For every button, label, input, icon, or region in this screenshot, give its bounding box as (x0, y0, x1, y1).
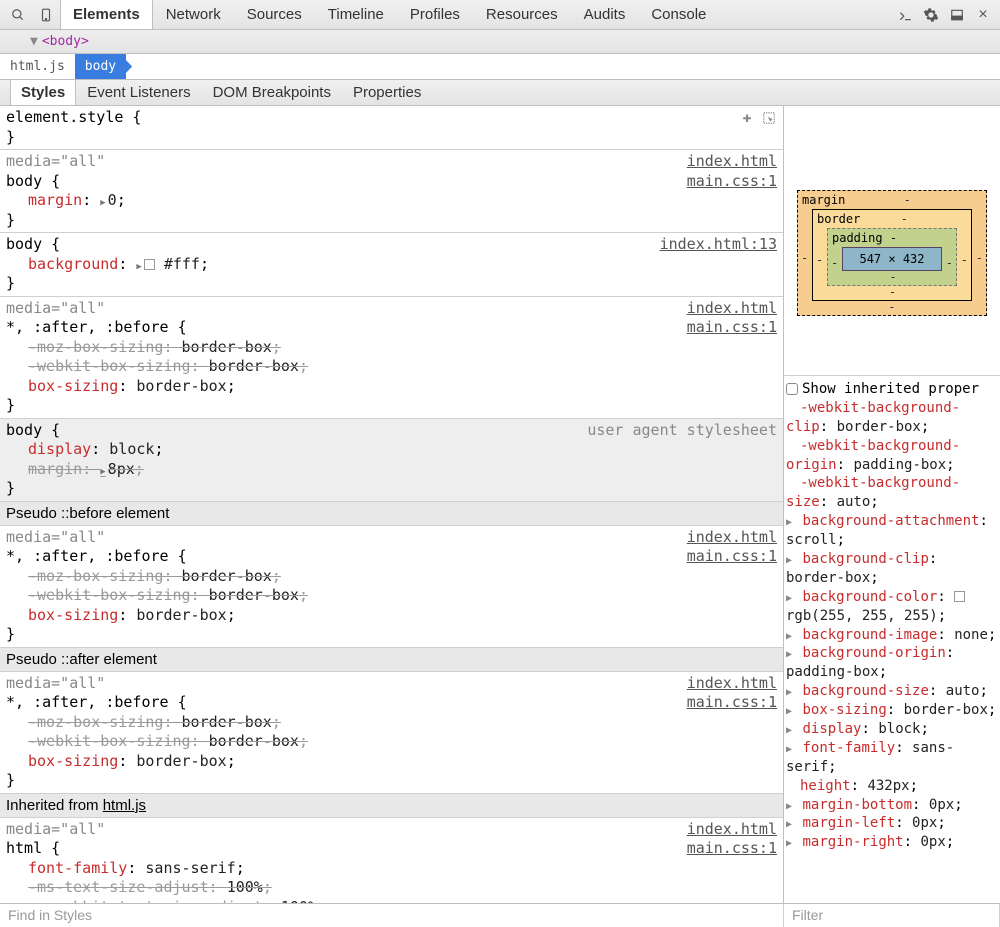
subtab-dom-breakpoints[interactable]: DOM Breakpoints (202, 80, 342, 105)
subtab-styles[interactable]: Styles (10, 80, 76, 105)
panel-tabs: ElementsNetworkSourcesTimelineProfilesRe… (60, 0, 719, 29)
console-drawer-icon[interactable] (894, 4, 916, 26)
styles-section-header: Inherited from html.js (0, 794, 783, 818)
panel-tab-audits[interactable]: Audits (571, 0, 639, 29)
filter-input[interactable]: Filter (784, 904, 1000, 927)
computed-property[interactable]: ▶ background-attachment: scroll; (786, 512, 998, 550)
styles-section-header: Pseudo ::before element (0, 502, 783, 526)
computed-property[interactable]: -webkit-background-clip: border-box; (786, 399, 998, 437)
computed-property[interactable]: ▶ display: block; (786, 720, 998, 739)
box-model-margin-label: margin (802, 193, 845, 207)
styles-section-header: Pseudo ::after element (0, 648, 783, 672)
box-model-diagram: margin - - - - border - - - - padding - … (784, 106, 1000, 376)
style-rule[interactable]: index.html:13body {background: #fff;} (0, 233, 783, 297)
css-property[interactable]: -moz-box-sizing: border-box; (6, 338, 777, 358)
box-model-content: 547 × 432 (842, 247, 942, 271)
computed-property[interactable]: ▶ box-sizing: border-box; (786, 701, 998, 720)
css-property[interactable]: -moz-box-sizing: border-box; (6, 713, 777, 733)
style-rule[interactable]: index.htmlmain.css:1media="all"*, :after… (0, 526, 783, 648)
css-property[interactable]: -webkit-box-sizing: border-box; (6, 357, 777, 377)
computed-property[interactable]: -webkit-background-origin: padding-box; (786, 437, 998, 475)
css-property[interactable]: margin: 0; (6, 191, 777, 211)
source-link[interactable]: index.html (687, 152, 777, 172)
css-property[interactable]: -moz-box-sizing: border-box; (6, 567, 777, 587)
box-model-padding-label: padding - (832, 231, 897, 245)
style-rule[interactable]: user agent stylesheetbody {display: bloc… (0, 419, 783, 502)
computed-property[interactable]: ▶ margin-left: 0px; (786, 814, 998, 833)
computed-property[interactable]: ▶ margin-right: 0px; (786, 833, 998, 852)
style-rule[interactable]: index.htmlmain.css:1media="all"*, :after… (0, 297, 783, 419)
panel-tab-resources[interactable]: Resources (473, 0, 571, 29)
css-property[interactable]: font-family: sans-serif; (6, 859, 777, 879)
computed-property[interactable]: -webkit-background-size: auto; (786, 474, 998, 512)
box-model-border-label: border (817, 212, 860, 226)
find-in-styles-input[interactable]: Find in Styles (0, 904, 784, 927)
panel-tab-profiles[interactable]: Profiles (397, 0, 473, 29)
source-link[interactable]: main.css:1 (687, 318, 777, 338)
css-property[interactable]: display: block; (6, 440, 777, 460)
style-rule[interactable]: ✚element.style {} (0, 106, 783, 150)
style-rule[interactable]: index.htmlmain.css:1media="all"*, :after… (0, 672, 783, 794)
css-property[interactable]: margin: 8px; (6, 460, 777, 480)
dom-element[interactable]: <body> (42, 34, 89, 49)
main-toolbar: ElementsNetworkSourcesTimelineProfilesRe… (0, 0, 1000, 30)
panel-tab-elements[interactable]: Elements (60, 0, 153, 29)
css-property[interactable]: -webkit-box-sizing: border-box; (6, 732, 777, 752)
css-property[interactable]: background: #fff; (6, 255, 777, 275)
add-rule-icon[interactable]: ✚ (739, 110, 755, 126)
dock-icon[interactable] (946, 4, 968, 26)
subtab-event-listeners[interactable]: Event Listeners (76, 80, 201, 105)
search-icon[interactable] (8, 5, 28, 25)
computed-property[interactable]: ▶ background-clip: border-box; (786, 550, 998, 588)
computed-property[interactable]: height: 432px; (786, 777, 998, 796)
computed-property[interactable]: ▶ background-origin: padding-box; (786, 644, 998, 682)
panel-tab-network[interactable]: Network (153, 0, 234, 29)
device-icon[interactable] (36, 5, 56, 25)
source-link[interactable]: main.css:1 (687, 693, 777, 713)
panel-tab-console[interactable]: Console (638, 0, 719, 29)
breadcrumb: html.jsbody (0, 54, 1000, 80)
computed-property[interactable]: ▶ background-size: auto; (786, 682, 998, 701)
source-link[interactable]: main.css:1 (687, 172, 777, 192)
style-rule[interactable]: index.htmlmain.css:1media="all"html {fon… (0, 818, 783, 904)
computed-property[interactable]: ▶ margin-bottom: 0px; (786, 796, 998, 815)
css-property[interactable]: box-sizing: border-box; (6, 606, 777, 626)
subtab-properties[interactable]: Properties (342, 80, 432, 105)
css-property[interactable]: box-sizing: border-box; (6, 377, 777, 397)
computed-property[interactable]: ▶ background-color: rgb(255, 255, 255); (786, 588, 998, 626)
style-rule[interactable]: index.htmlmain.css:1media="all"body {mar… (0, 150, 783, 233)
panel-tab-sources[interactable]: Sources (234, 0, 315, 29)
styles-pane: ✚element.style {}index.htmlmain.css:1med… (0, 106, 784, 903)
breadcrumb-item[interactable]: html.js (0, 54, 75, 79)
panel-tab-timeline[interactable]: Timeline (315, 0, 397, 29)
source-link[interactable]: index.html (687, 674, 777, 694)
toggle-hover-icon[interactable] (761, 110, 777, 126)
styles-subtabs: StylesEvent ListenersDOM BreakpointsProp… (0, 80, 1000, 106)
css-property[interactable]: box-sizing: border-box; (6, 752, 777, 772)
dom-tree-row[interactable]: ▼ <body> (0, 30, 1000, 54)
computed-properties: Show inherited proper-webkit-background-… (784, 376, 1000, 903)
source-link[interactable]: index.html:13 (660, 235, 777, 255)
computed-property[interactable]: ▶ background-image: none; (786, 626, 998, 645)
breadcrumb-item[interactable]: body (75, 54, 126, 79)
source-link[interactable]: index.html (687, 528, 777, 548)
computed-pane: margin - - - - border - - - - padding - … (784, 106, 1000, 903)
expand-triangle-icon[interactable]: ▼ (30, 34, 38, 49)
computed-property[interactable]: ▶ font-family: sans-serif; (786, 739, 998, 777)
source-link[interactable]: index.html (687, 820, 777, 840)
footer: Find in Styles Filter (0, 903, 1000, 927)
close-icon[interactable]: × (972, 4, 994, 26)
source-link[interactable]: main.css:1 (687, 839, 777, 859)
source-link[interactable]: main.css:1 (687, 547, 777, 567)
source-link[interactable]: index.html (687, 299, 777, 319)
settings-icon[interactable] (920, 4, 942, 26)
css-property[interactable]: -webkit-box-sizing: border-box; (6, 586, 777, 606)
show-inherited-checkbox[interactable] (786, 383, 798, 395)
css-property[interactable]: -ms-text-size-adjust: 100%; (6, 878, 777, 898)
css-property[interactable]: ⚠ -webkit-text-size-adjust: 100%; (6, 898, 777, 904)
